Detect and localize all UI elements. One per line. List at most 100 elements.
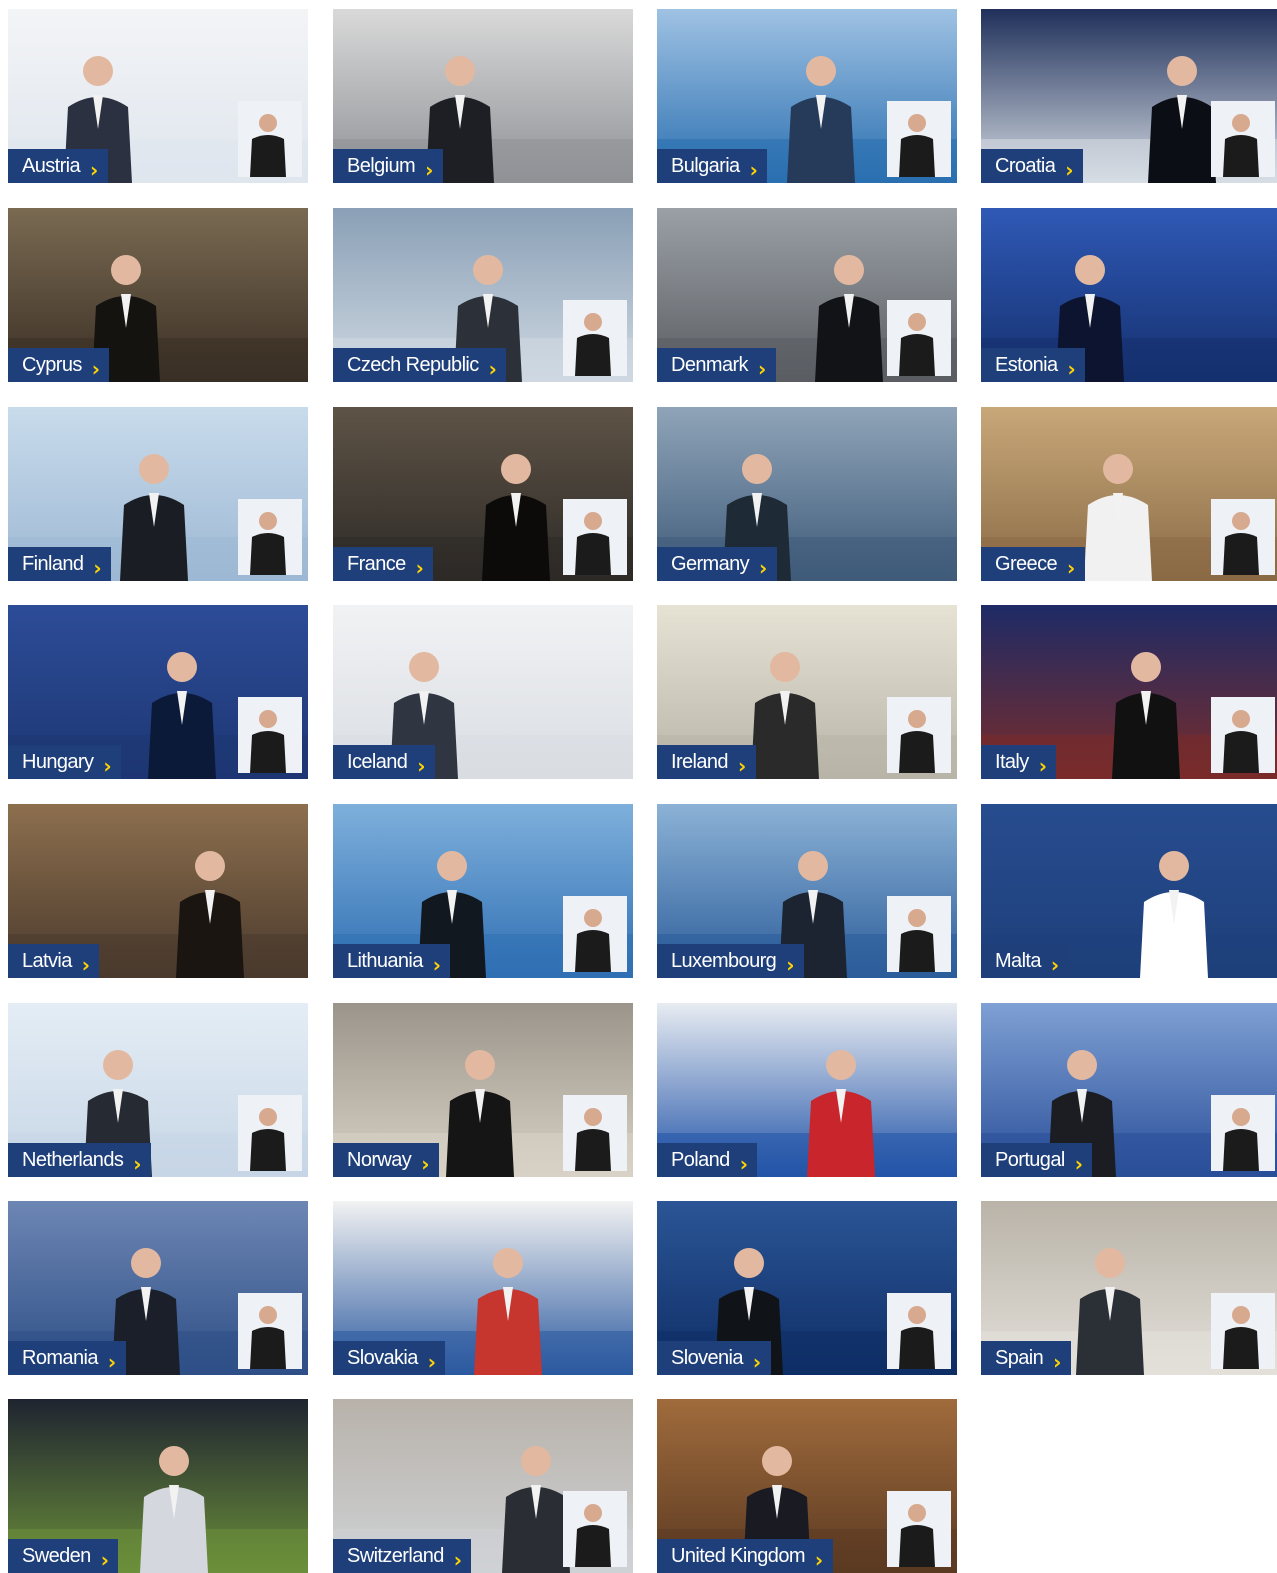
- country-tile-portugal[interactable]: Portugal ›: [981, 1003, 1277, 1177]
- chevron-right-icon: ›: [749, 158, 758, 182]
- country-label[interactable]: Netherlands ›: [8, 1143, 151, 1177]
- chevron-right-icon: ›: [415, 556, 424, 580]
- chevron-right-icon: ›: [81, 953, 90, 977]
- country-tile-hungary[interactable]: Hungary ›: [8, 605, 308, 779]
- country-label[interactable]: Denmark ›: [657, 348, 776, 382]
- chevron-right-icon: ›: [757, 357, 766, 381]
- country-name: Iceland: [347, 750, 408, 773]
- country-label[interactable]: Ireland ›: [657, 745, 756, 779]
- country-tile-austria[interactable]: Austria ›: [8, 9, 308, 183]
- country-tile-sweden[interactable]: Sweden ›: [8, 1399, 308, 1573]
- country-label[interactable]: Slovenia ›: [657, 1341, 771, 1375]
- country-name: Greece: [995, 552, 1058, 575]
- chevron-right-icon: ›: [427, 1350, 436, 1374]
- chevron-right-icon: ›: [425, 158, 433, 182]
- country-label[interactable]: Slovakia ›: [333, 1341, 446, 1375]
- country-label[interactable]: Lithuania ›: [333, 944, 451, 978]
- chevron-right-icon: ›: [786, 953, 794, 977]
- country-label[interactable]: Estonia ›: [981, 348, 1086, 382]
- country-name: Czech Republic: [347, 353, 479, 376]
- country-tile-france[interactable]: France ›: [333, 407, 633, 581]
- country-tile-united-kingdom[interactable]: United Kingdom ›: [657, 1399, 957, 1573]
- country-label[interactable]: United Kingdom ›: [657, 1539, 833, 1573]
- country-tile-finland[interactable]: Finland ›: [8, 407, 308, 581]
- chevron-right-icon: ›: [759, 556, 767, 580]
- country-name: Italy: [995, 750, 1029, 773]
- country-tile-iceland[interactable]: Iceland ›: [333, 605, 633, 779]
- country-name: Finland: [22, 552, 84, 575]
- country-tile-denmark[interactable]: Denmark ›: [657, 208, 957, 382]
- country-tile-estonia[interactable]: Estonia ›: [981, 208, 1277, 382]
- country-name: Latvia: [22, 949, 72, 972]
- country-tile-norway[interactable]: Norway ›: [333, 1003, 633, 1177]
- country-label[interactable]: Spain ›: [981, 1341, 1071, 1375]
- country-tile-romania[interactable]: Romania ›: [8, 1201, 308, 1375]
- country-tile-switzerland[interactable]: Switzerland ›: [333, 1399, 633, 1573]
- country-label[interactable]: Belgium ›: [333, 149, 443, 183]
- chevron-right-icon: ›: [1050, 953, 1059, 977]
- country-label[interactable]: Croatia ›: [981, 149, 1083, 183]
- country-label[interactable]: Finland ›: [8, 547, 112, 581]
- country-tile-poland[interactable]: Poland ›: [657, 1003, 957, 1177]
- country-name: Austria: [22, 154, 81, 177]
- country-label[interactable]: Greece ›: [981, 547, 1085, 581]
- chevron-right-icon: ›: [421, 1152, 429, 1176]
- country-label[interactable]: Malta ›: [981, 944, 1069, 978]
- country-tile-germany[interactable]: Germany ›: [657, 407, 957, 581]
- country-tile-belgium[interactable]: Belgium ›: [333, 9, 633, 183]
- country-label[interactable]: Cyprus ›: [8, 348, 110, 382]
- country-label[interactable]: Latvia ›: [8, 944, 100, 978]
- country-label[interactable]: Poland ›: [657, 1143, 758, 1177]
- country-tile-luxembourg[interactable]: Luxembourg ›: [657, 804, 957, 978]
- country-tile-greece[interactable]: Greece ›: [981, 407, 1277, 581]
- country-name: Portugal: [995, 1148, 1065, 1171]
- country-label[interactable]: Sweden ›: [8, 1539, 119, 1573]
- country-name: Germany: [671, 552, 750, 575]
- country-name: Romania: [22, 1346, 98, 1369]
- country-tile-italy[interactable]: Italy ›: [981, 605, 1277, 779]
- country-name: Slovakia: [347, 1346, 418, 1369]
- country-tile-cyprus[interactable]: Cyprus ›: [8, 208, 308, 382]
- country-name: Ireland: [671, 750, 729, 773]
- country-label[interactable]: Luxembourg ›: [657, 944, 804, 978]
- country-video-grid: Austria › Belgium › Bulgaria › Croatia › Cyprus ›…: [0, 0, 1277, 1573]
- country-tile-ireland[interactable]: Ireland ›: [657, 605, 957, 779]
- country-label[interactable]: France ›: [333, 547, 434, 581]
- chevron-right-icon: ›: [432, 953, 441, 977]
- country-tile-croatia[interactable]: Croatia ›: [981, 9, 1277, 183]
- country-label[interactable]: Bulgaria ›: [657, 149, 768, 183]
- country-label[interactable]: Portugal ›: [981, 1143, 1093, 1177]
- country-label[interactable]: Romania ›: [8, 1341, 126, 1375]
- country-name: Luxembourg: [671, 949, 777, 972]
- country-label[interactable]: Austria ›: [8, 149, 108, 183]
- country-tile-netherlands[interactable]: Netherlands ›: [8, 1003, 308, 1177]
- country-label[interactable]: Hungary ›: [8, 745, 122, 779]
- country-label[interactable]: Italy ›: [981, 745, 1057, 779]
- country-label[interactable]: Germany ›: [657, 547, 777, 581]
- chevron-right-icon: ›: [417, 754, 425, 778]
- chevron-right-icon: ›: [133, 1152, 141, 1176]
- country-tile-czech-republic[interactable]: Czech Republic ›: [333, 208, 633, 382]
- country-name: Estonia: [995, 353, 1058, 376]
- country-label[interactable]: Norway ›: [333, 1143, 439, 1177]
- country-tile-lithuania[interactable]: Lithuania ›: [333, 804, 633, 978]
- chevron-right-icon: ›: [739, 1152, 748, 1176]
- chevron-right-icon: ›: [453, 1548, 462, 1572]
- country-tile-bulgaria[interactable]: Bulgaria ›: [657, 9, 957, 183]
- country-tile-slovenia[interactable]: Slovenia ›: [657, 1201, 957, 1375]
- country-label[interactable]: Iceland ›: [333, 745, 435, 779]
- chevron-right-icon: ›: [90, 158, 98, 182]
- country-tile-malta[interactable]: Malta ›: [981, 804, 1277, 978]
- chevron-right-icon: ›: [93, 556, 102, 580]
- country-tile-spain[interactable]: Spain ›: [981, 1201, 1277, 1375]
- country-name: Slovenia: [671, 1346, 744, 1369]
- chevron-right-icon: ›: [91, 357, 100, 381]
- country-name: Malta: [995, 949, 1042, 972]
- country-tile-latvia[interactable]: Latvia ›: [8, 804, 308, 978]
- country-tile-slovakia[interactable]: Slovakia ›: [333, 1201, 633, 1375]
- country-name: Switzerland: [347, 1544, 444, 1567]
- country-label[interactable]: Switzerland ›: [333, 1539, 472, 1573]
- chevron-right-icon: ›: [103, 754, 112, 778]
- country-name: Lithuania: [347, 949, 423, 972]
- country-label[interactable]: Czech Republic ›: [333, 348, 507, 382]
